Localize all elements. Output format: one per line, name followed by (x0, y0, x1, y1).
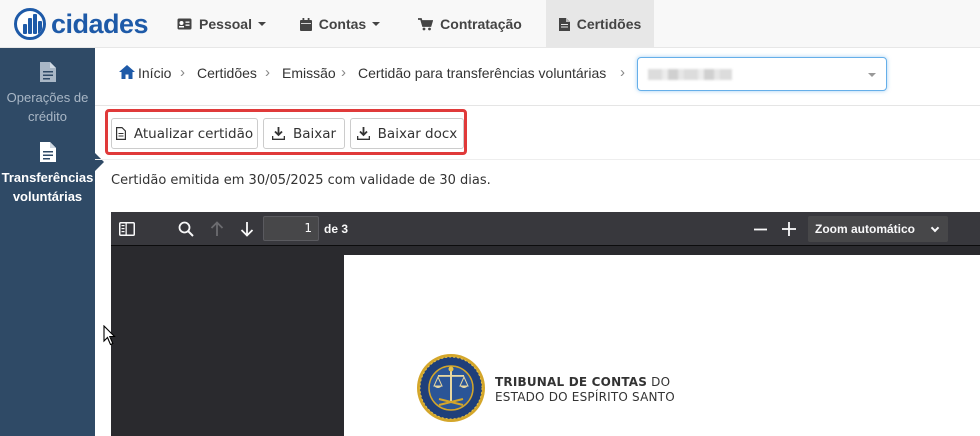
download-label: Baixar (292, 125, 337, 142)
entity-select[interactable] (637, 57, 887, 91)
nav-contas-label: Contas (318, 16, 367, 32)
previous-page-button[interactable] (205, 212, 229, 246)
sidebar-toggle-icon (119, 222, 135, 236)
download-docx-button[interactable]: Baixar docx (350, 118, 464, 149)
nav-pessoal[interactable]: Pessoal (168, 0, 275, 48)
certificate-status-text: Certidão emitida em 30/05/2025 com valid… (111, 173, 491, 188)
nav-certidoes-label: Certidões (576, 16, 642, 32)
download-docx-label: Baixar docx (377, 125, 458, 142)
sidebar-item-label: Transferências voluntárias (1, 170, 94, 204)
tribunal-name-rest: DO (647, 375, 671, 389)
home-icon (119, 65, 135, 79)
next-page-button[interactable] (235, 212, 259, 246)
pdf-page: TRIBUNAL DE CONTAS DO ESTADO DO ESPÍRITO… (344, 255, 980, 436)
breadcrumb-separator-icon: › (180, 64, 185, 81)
sidebar-item-transferencias-voluntarias[interactable]: Transferências voluntárias (0, 142, 95, 206)
tribunal-name-bold: TRIBUNAL DE CONTAS (495, 375, 648, 389)
update-certificate-label: Atualizar certidão (133, 125, 254, 142)
tribunal-name-line1: TRIBUNAL DE CONTAS DO (495, 375, 675, 390)
page-count-label: de 3 (324, 222, 349, 236)
breadcrumb-emissao[interactable]: Emissão (282, 65, 336, 81)
pdf-viewer-toolbar: 1 de 3 Zoom automático (111, 212, 980, 246)
plus-icon (782, 222, 796, 236)
sidebar-toggle-button[interactable] (115, 212, 139, 246)
zoom-select-label: Zoom automático (815, 222, 916, 236)
calendar-icon (299, 17, 312, 31)
page-number-input[interactable]: 1 (263, 216, 319, 241)
document-icon (39, 62, 56, 82)
document-icon (39, 142, 56, 162)
find-button[interactable] (174, 212, 198, 246)
nav-contas[interactable]: Contas (290, 0, 390, 48)
tribunal-name: TRIBUNAL DE CONTAS DO ESTADO DO ESPÍRITO… (495, 375, 675, 405)
breadcrumb-separator-icon: › (341, 64, 346, 81)
chevron-down-icon (257, 22, 266, 26)
sidebar-item-label: Operações de crédito (6, 90, 89, 124)
mouse-cursor-icon (103, 325, 116, 346)
breadcrumb-certidoes[interactable]: Certidões (197, 65, 257, 81)
sidebar-item-operacoes-credito[interactable]: Operações de crédito (0, 62, 95, 126)
breadcrumb-home[interactable]: Início (138, 65, 171, 81)
zoom-in-button[interactable] (778, 212, 800, 246)
arrow-up-icon (210, 221, 224, 236)
zoom-select[interactable]: Zoom automático (808, 216, 948, 242)
minus-icon (753, 228, 767, 230)
nav-contratacao-label: Contratação (440, 16, 522, 32)
download-icon (271, 127, 285, 140)
update-certificate-button[interactable]: Atualizar certidão (111, 118, 258, 149)
breadcrumb-separator-icon: › (265, 64, 270, 81)
tribunal-seal-icon (417, 354, 485, 422)
tribunal-name-line2: ESTADO DO ESPÍRITO SANTO (495, 390, 675, 404)
logo-text: cidades (51, 8, 149, 39)
pdf-viewer: 1 de 3 Zoom automático TRIBUNAL DE CONTA… (111, 212, 980, 436)
id-card-icon (177, 18, 192, 30)
chevron-down-icon (868, 73, 876, 77)
breadcrumb: Início › Certidões › Emissão › Certidão … (95, 48, 980, 106)
entity-select-value (648, 69, 732, 80)
app-logo[interactable]: cidades (14, 6, 149, 42)
arrow-down-icon (240, 222, 254, 237)
search-icon (178, 221, 194, 237)
logo-mark-icon (14, 8, 46, 40)
file-icon (115, 127, 126, 140)
download-icon (356, 127, 370, 140)
document-icon (558, 17, 570, 31)
chevron-down-icon (372, 22, 381, 26)
action-toolbar: Atualizar certidão Baixar Baixar docx (95, 106, 980, 160)
nav-contratacao[interactable]: Contratação (405, 0, 535, 48)
breadcrumb-current: Certidão para transferências voluntárias (358, 65, 607, 81)
chevron-down-icon (930, 223, 940, 233)
nav-certidoes[interactable]: Certidões (546, 0, 654, 48)
top-navbar: cidades Pessoal Contas Contratação Certi… (0, 0, 980, 48)
sidebar: Operações de crédito Transferências volu… (0, 48, 95, 436)
breadcrumb-separator-icon: › (620, 64, 625, 81)
zoom-out-button[interactable] (749, 212, 771, 246)
nav-pessoal-label: Pessoal (199, 16, 252, 32)
download-button[interactable]: Baixar (263, 118, 345, 149)
cart-icon (418, 17, 434, 30)
